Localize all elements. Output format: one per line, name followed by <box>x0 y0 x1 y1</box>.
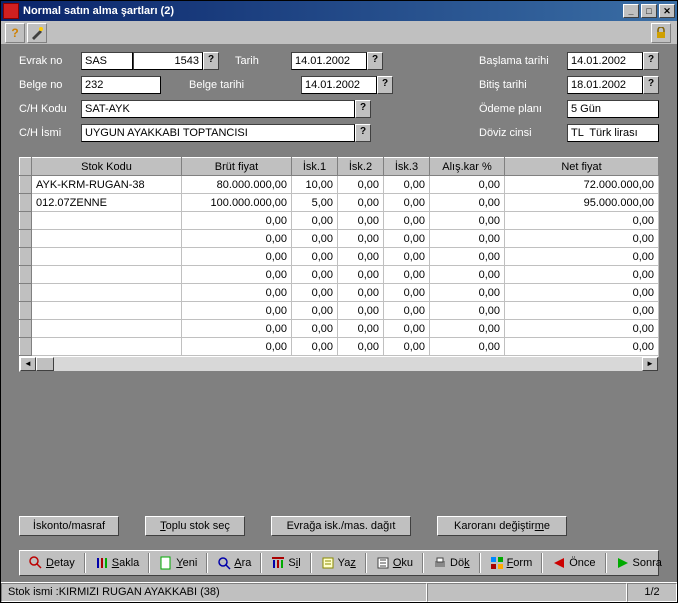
ara-button[interactable]: Ara <box>210 553 258 573</box>
label-doviz: Döviz cinsi <box>479 127 567 139</box>
horizontal-scrollbar[interactable]: ◄ ► <box>19 356 659 372</box>
iskonto-button[interactable]: İskonto/masraf <box>19 516 119 536</box>
belge-tarih-input[interactable] <box>301 76 377 94</box>
scroll-left-icon[interactable]: ◄ <box>20 357 36 371</box>
column-header[interactable]: Net fiyat <box>505 158 659 176</box>
column-header[interactable]: İsk.2 <box>338 158 384 176</box>
ch-ismi-input[interactable] <box>81 124 355 142</box>
sil-button[interactable]: Sil <box>264 553 307 573</box>
window-title: Normal satın alma şartları (2) <box>23 5 621 17</box>
baslama-input[interactable] <box>567 52 643 70</box>
yaz-button[interactable]: Yaz <box>314 553 363 573</box>
bottom-toolbar: Detay Sakla Yeni Ara Sil Yaz Oku Dök For… <box>19 550 659 576</box>
label-ch-kodu: C/H Kodu <box>19 103 81 115</box>
scroll-thumb[interactable] <box>36 357 54 371</box>
ch-ismi-lookup-button[interactable]: ? <box>355 124 371 142</box>
label-belge-tarih: Belge tarihi <box>189 79 257 91</box>
table-row[interactable]: 0,000,000,000,000,000,00 <box>20 230 659 248</box>
wizard-icon[interactable] <box>27 23 47 43</box>
once-button[interactable]: Önce <box>545 553 602 573</box>
evrak-prefix-input[interactable] <box>81 52 133 70</box>
scroll-track[interactable] <box>36 357 642 371</box>
scroll-right-icon[interactable]: ► <box>642 357 658 371</box>
label-baslama: Başlama tarihi <box>479 55 567 67</box>
evraga-dagit-button[interactable]: Evrağa isk./mas. dağıt <box>271 516 411 536</box>
tarih-input[interactable] <box>291 52 367 70</box>
oku-button[interactable]: Oku <box>369 553 420 573</box>
evrak-lookup-button[interactable]: ? <box>203 52 219 70</box>
ch-kodu-input[interactable] <box>81 100 355 118</box>
karorani-button[interactable]: Karoranı değiştirme <box>437 516 567 536</box>
table-row[interactable]: 012.07ZENNE100.000.000,005,000,000,000,0… <box>20 194 659 212</box>
table-row[interactable]: 0,000,000,000,000,000,00 <box>20 302 659 320</box>
bitis-lookup-button[interactable]: ? <box>643 76 659 94</box>
detay-button[interactable]: Detay <box>22 553 82 573</box>
column-header[interactable]: İsk.3 <box>384 158 430 176</box>
table-row[interactable]: 0,000,000,000,000,000,00 <box>20 266 659 284</box>
lock-icon[interactable] <box>651 23 671 43</box>
app-icon <box>3 3 19 19</box>
baslama-lookup-button[interactable]: ? <box>643 52 659 70</box>
status-page: 1/2 <box>627 583 677 602</box>
status-bar: Stok ismi :KIRMIZI RUGAN AYAKKABI (38) 1… <box>1 582 677 602</box>
column-header[interactable]: Brüt fiyat <box>182 158 292 176</box>
table-row[interactable]: 0,000,000,000,000,000,00 <box>20 338 659 356</box>
table-row[interactable]: 0,000,000,000,000,000,00 <box>20 212 659 230</box>
action-buttons: İskonto/masraf Toplu stok seç Evrağa isk… <box>1 498 677 544</box>
minimize-button[interactable]: _ <box>623 4 639 18</box>
data-grid[interactable]: Stok KoduBrüt fiyatİsk.1İsk.2İsk.3Alış.k… <box>19 157 659 356</box>
toplu-stok-button[interactable]: Toplu stok seç <box>145 516 245 536</box>
ch-kodu-lookup-button[interactable]: ? <box>355 100 371 118</box>
form-button[interactable]: Form <box>483 553 540 573</box>
column-header[interactable]: İsk.1 <box>292 158 338 176</box>
yeni-button[interactable]: Yeni <box>152 553 204 573</box>
form-panel: Evrak no ? Tarih ? Başlama tarihi ? Belg… <box>1 45 677 153</box>
belge-tarih-lookup-button[interactable]: ? <box>377 76 393 94</box>
table-row[interactable]: AYK-KRM-RUGAN-3880.000.000,0010,000,000,… <box>20 176 659 194</box>
sakla-button[interactable]: Sakla <box>88 553 147 573</box>
column-header[interactable]: Alış.kar % <box>430 158 505 176</box>
app-window: Normal satın alma şartları (2) _ □ ✕ ? E… <box>0 0 678 603</box>
table-row[interactable]: 0,000,000,000,000,000,00 <box>20 320 659 338</box>
evrak-num-input[interactable] <box>133 52 203 70</box>
dok-button[interactable]: Dök <box>426 553 477 573</box>
label-odeme: Ödeme planı <box>479 103 567 115</box>
close-button[interactable]: ✕ <box>659 4 675 18</box>
status-mid <box>427 583 627 602</box>
bitis-input[interactable] <box>567 76 643 94</box>
label-evrak-no: Evrak no <box>19 55 81 67</box>
titlebar: Normal satın alma şartları (2) _ □ ✕ <box>1 1 677 21</box>
label-ch-ismi: C/H İsmi <box>19 127 81 139</box>
odeme-input[interactable] <box>567 100 659 118</box>
table-row[interactable]: 0,000,000,000,000,000,00 <box>20 248 659 266</box>
label-bitis: Bitiş tarihi <box>479 79 567 91</box>
label-belge-no: Belge no <box>19 79 81 91</box>
table-row[interactable]: 0,000,000,000,000,000,00 <box>20 284 659 302</box>
belge-no-input[interactable] <box>81 76 161 94</box>
doviz-input[interactable] <box>567 124 659 142</box>
status-text: Stok ismi :KIRMIZI RUGAN AYAKKABI (38) <box>1 583 427 602</box>
maximize-button[interactable]: □ <box>641 4 657 18</box>
label-tarih: Tarih <box>235 55 291 67</box>
column-header[interactable]: Stok Kodu <box>32 158 182 176</box>
tarih-lookup-button[interactable]: ? <box>367 52 383 70</box>
help-icon[interactable]: ? <box>5 23 25 43</box>
sonra-button[interactable]: Sonra <box>609 553 669 573</box>
top-toolbar: ? <box>1 21 677 45</box>
